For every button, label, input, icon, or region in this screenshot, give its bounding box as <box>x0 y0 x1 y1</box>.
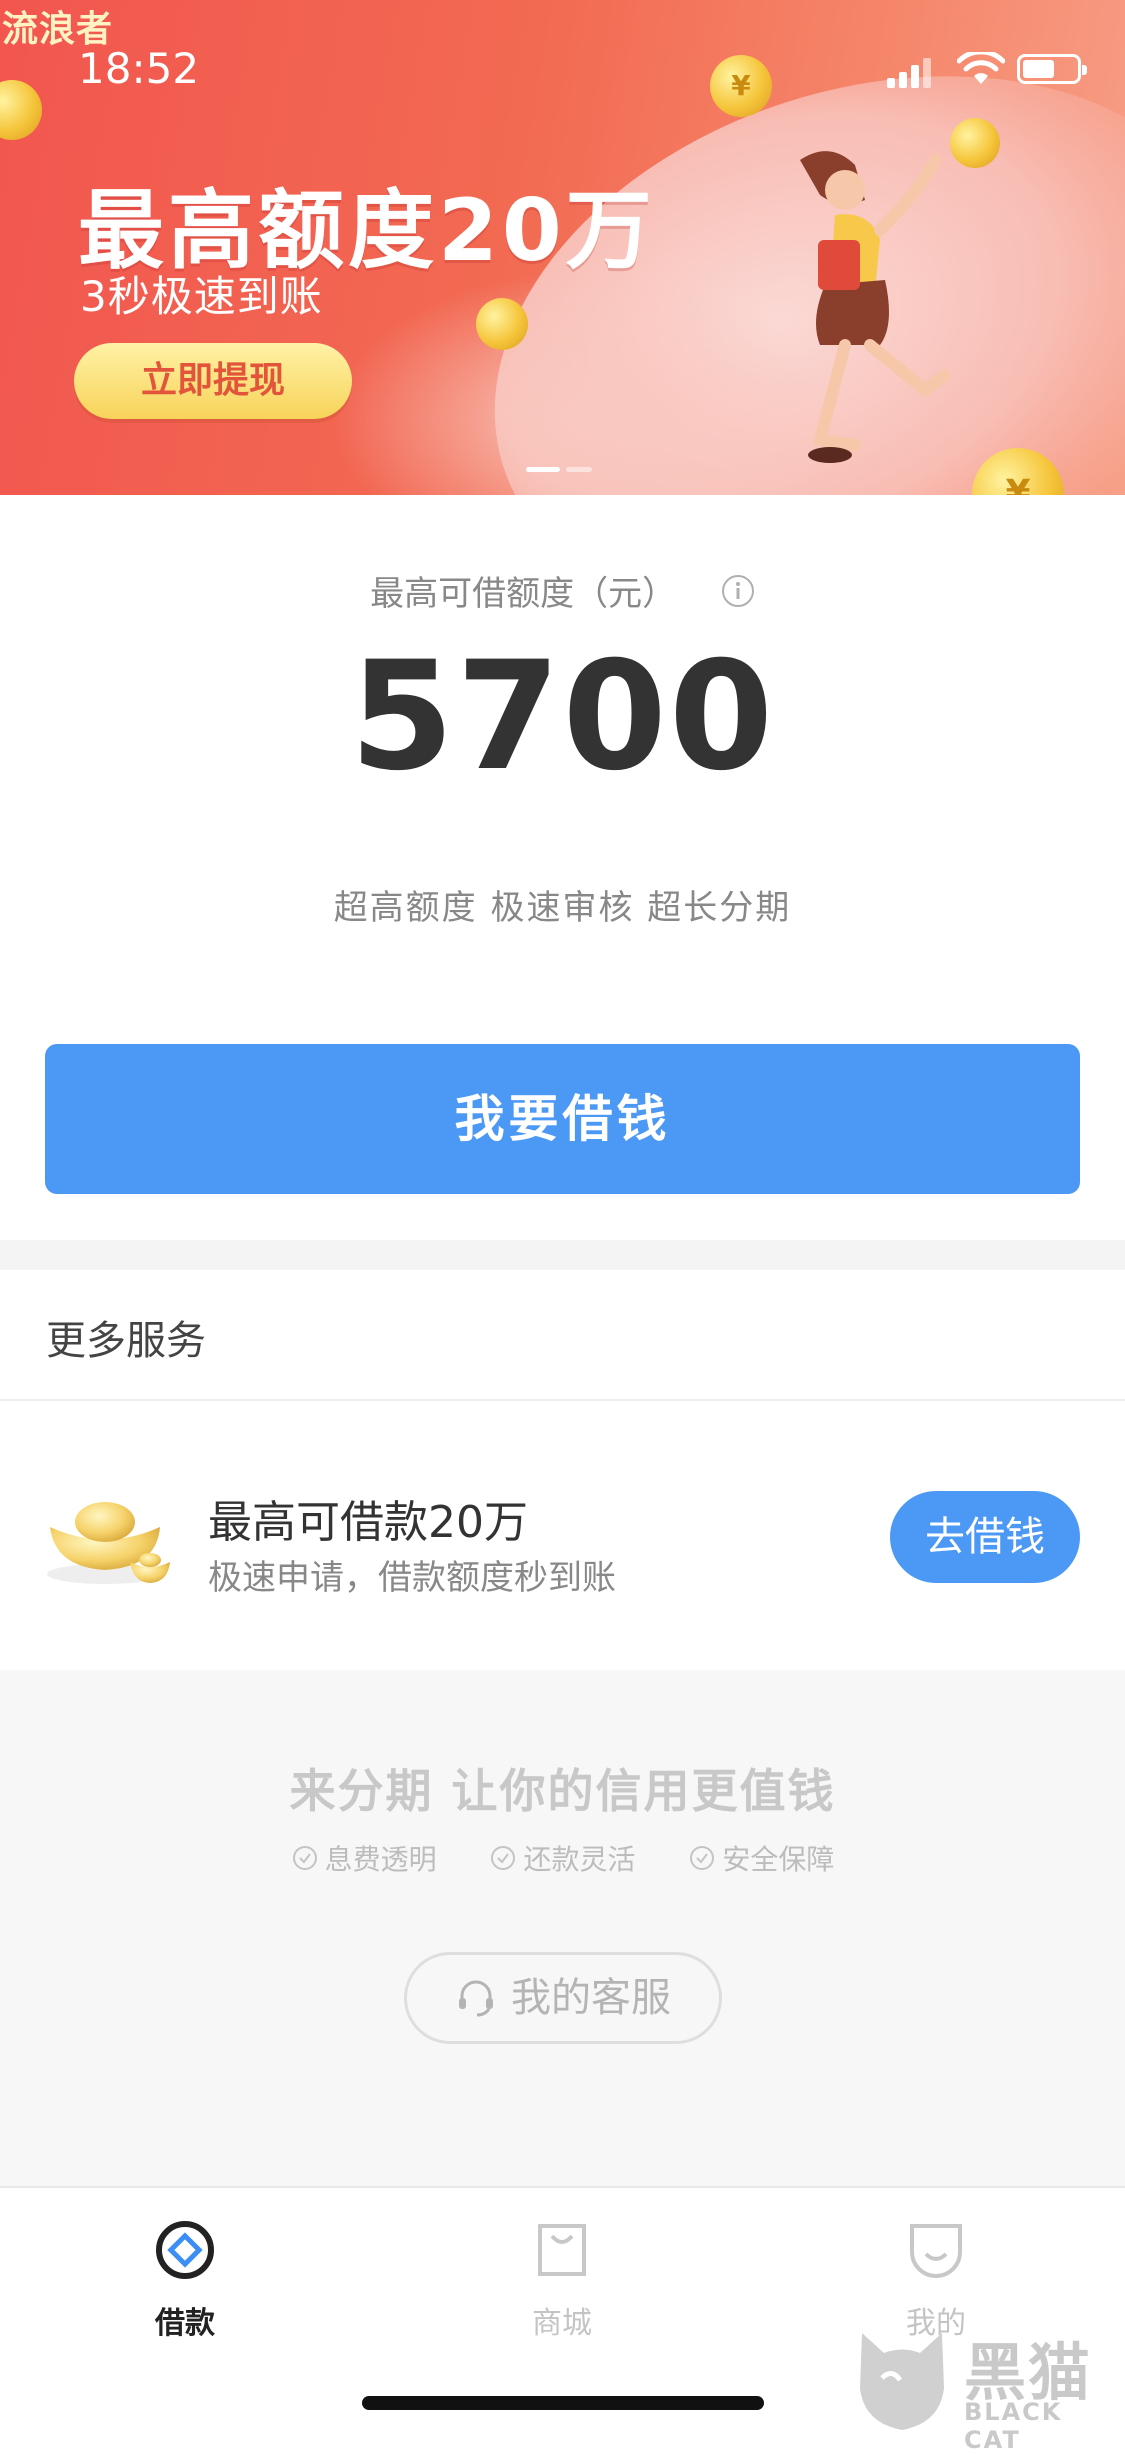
divider <box>0 1399 1125 1401</box>
banner-subtitle: 3秒极速到账 <box>80 272 323 321</box>
gold-ingot-icon <box>47 1502 170 1584</box>
credit-limit-label-text: 最高可借额度（元） <box>370 574 677 614</box>
customer-service-button[interactable]: 我的客服 <box>404 1952 722 2044</box>
tab-loan[interactable]: 借款 <box>85 2218 285 2368</box>
service-item[interactable]: 最高可借款20万 极速申请，借款额度秒到账 去借钱 <box>0 1402 1125 1670</box>
feature-label: 还款灵活 <box>523 1843 636 1876</box>
section-divider <box>0 1240 1125 1270</box>
feature-item: 安全保障 <box>688 1838 834 1878</box>
feature-item: 息费透明 <box>291 1838 437 1878</box>
check-circle-icon <box>491 1846 516 1870</box>
coin-icon <box>0 80 42 140</box>
black-cat-logo: 黑猫 BLACK CAT <box>852 2318 1122 2454</box>
slogan: 来分期 让你的信用更值钱 <box>289 1764 836 1818</box>
go-borrow-button[interactable]: 去借钱 <box>890 1491 1080 1583</box>
battery-icon <box>1017 54 1087 84</box>
banner-pagination <box>526 467 596 473</box>
page-dot-active <box>526 467 560 472</box>
status-time: 18:52 <box>78 44 200 93</box>
woman-illustration <box>800 151 951 463</box>
coin-icon: ¥ <box>710 55 772 117</box>
feature-list: 息费透明 还款灵活 安全保障 <box>0 1838 1125 1878</box>
shop-bag-icon <box>538 2224 586 2276</box>
coin-icon <box>476 298 528 350</box>
check-circle-icon <box>690 1846 715 1870</box>
credit-limit-value: 5700 <box>349 630 776 804</box>
withdraw-now-button[interactable]: 立即提现 <box>74 343 352 419</box>
tab-loan-label: 借款 <box>155 2306 215 2341</box>
feature-label: 息费透明 <box>324 1843 437 1876</box>
feature-item: 还款灵活 <box>489 1838 636 1878</box>
page-dot <box>566 467 592 472</box>
cat-head-icon <box>860 2333 944 2430</box>
wifi-icon <box>957 52 1005 84</box>
credit-limit-tags: 超高额度 极速审核 超长分期 <box>333 888 792 928</box>
status-icons <box>887 52 1087 88</box>
feature-label: 安全保障 <box>722 1843 835 1876</box>
service-description: 极速申请，借款额度秒到账 <box>208 1558 616 1598</box>
check-circle-icon <box>292 1846 317 1870</box>
service-title: 最高可借款20万 <box>208 1497 528 1548</box>
more-services-title: 更多服务 <box>46 1318 206 1364</box>
info-icon[interactable] <box>721 574 755 608</box>
profile-smile-icon <box>910 2224 962 2278</box>
logo-lettering-sub: BLACK CAT <box>964 2398 1063 2454</box>
loan-icon <box>156 2221 214 2279</box>
tab-shop-label: 商城 <box>532 2306 592 2341</box>
headset-icon <box>459 1980 493 2017</box>
borrow-money-button[interactable]: 我要借钱 <box>45 1044 1080 1194</box>
home-indicator[interactable] <box>362 2396 764 2410</box>
credit-limit-label: 最高可借额度（元） <box>0 566 1125 615</box>
promo-banner[interactable]: 流浪者 18:52 最高额度20万 3秒极速到账 立即提现 ¥ ¥ <box>0 0 1125 495</box>
tab-shop[interactable]: 商城 <box>462 2218 662 2368</box>
footer-info: 来分期 让你的信用更值钱 息费透明 还款灵活 安全保障 我的客服 <box>0 1670 1125 2190</box>
customer-service-label: 我的客服 <box>511 1975 671 2021</box>
